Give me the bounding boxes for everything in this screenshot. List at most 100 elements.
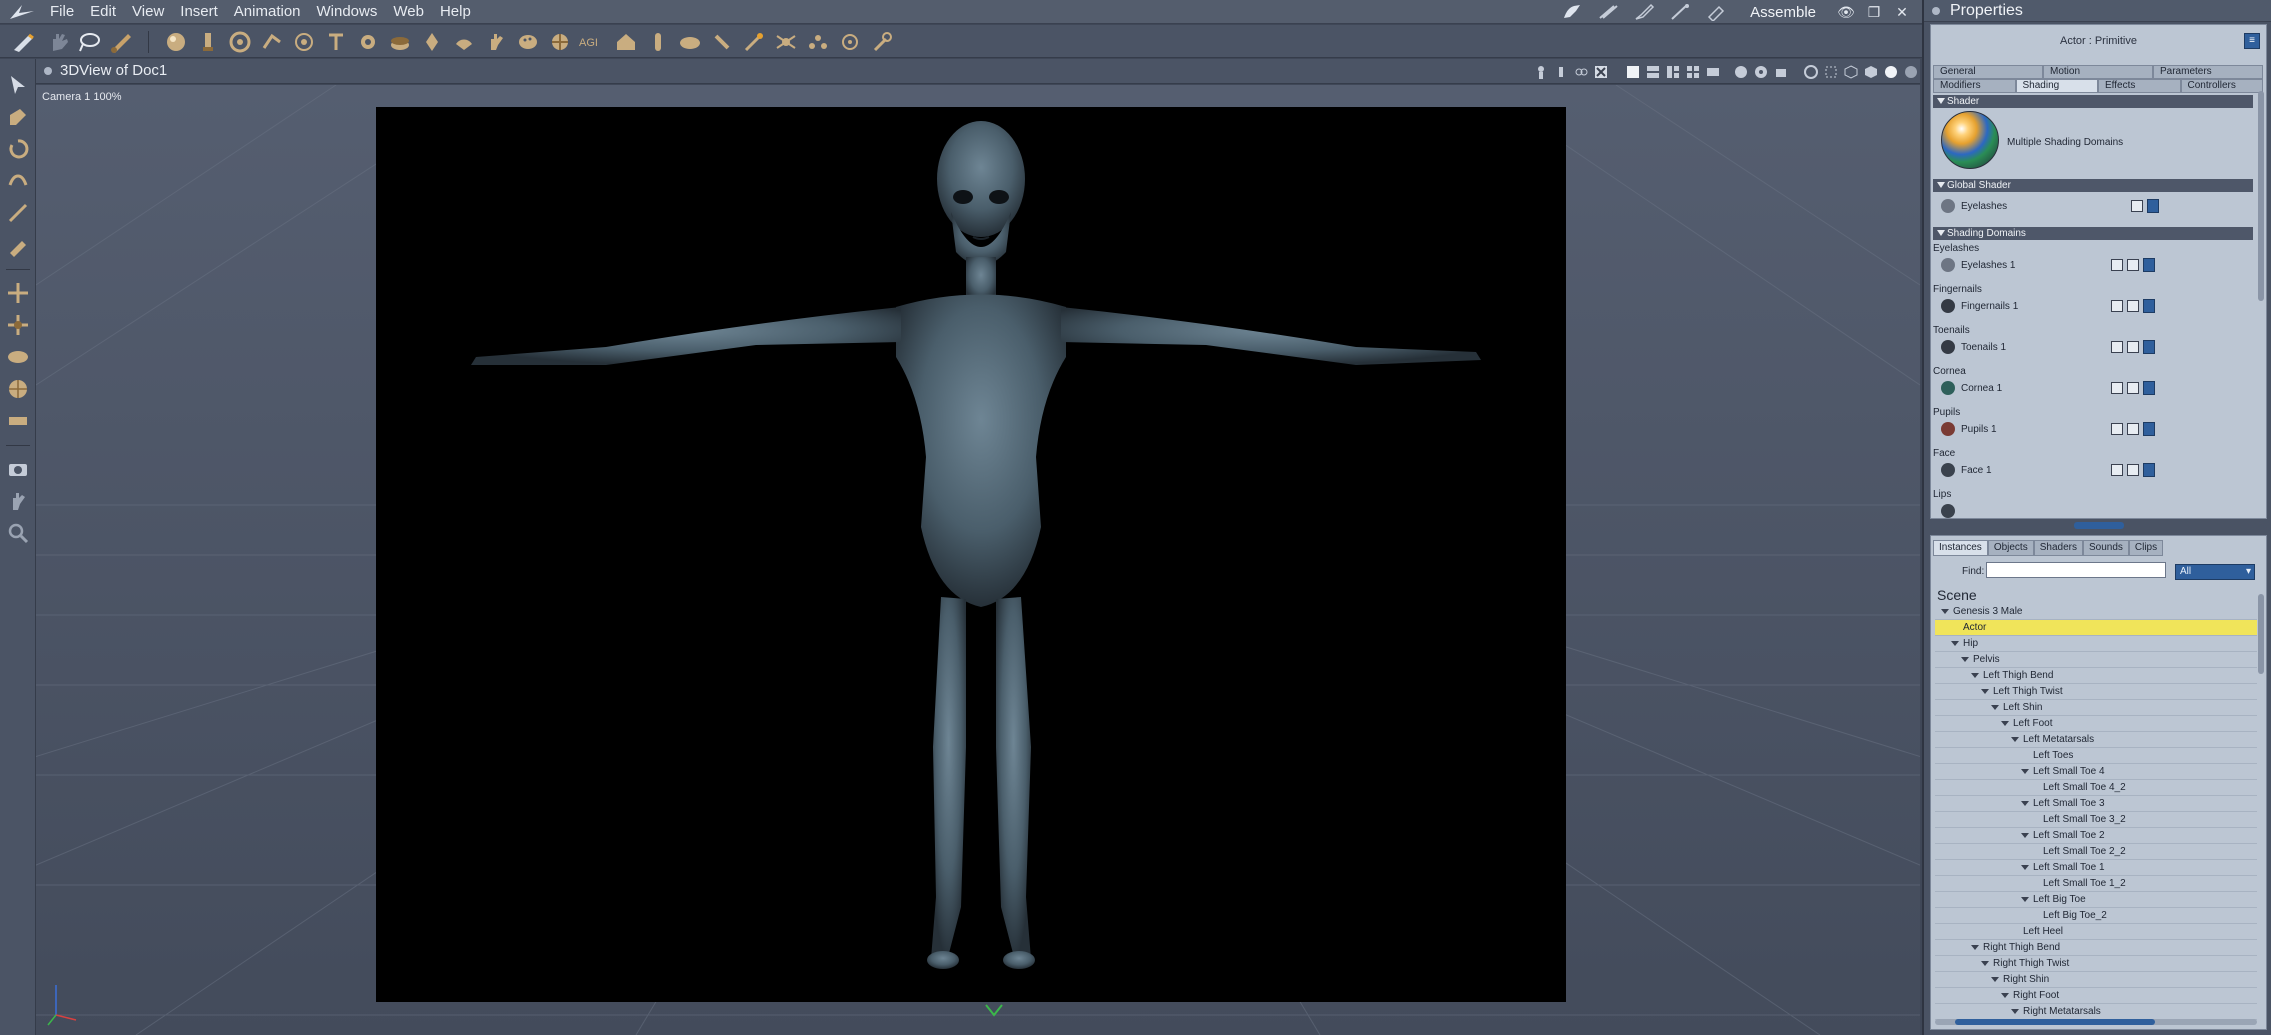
twist-icon[interactable] [4, 167, 32, 195]
globe-icon[interactable] [2111, 300, 2123, 312]
expand-triangle-icon[interactable] [1971, 945, 1979, 950]
scene-tree-row[interactable]: Right Metatarsals [1935, 1004, 2257, 1020]
scene-tree-row[interactable]: Left Small Toe 3 [1935, 796, 2257, 812]
restore-icon[interactable]: ❐ [1864, 2, 1884, 22]
rotate-icon[interactable] [4, 135, 32, 163]
scene-tree-row[interactable]: Left Shin [1935, 700, 2257, 716]
domain-item[interactable]: Face 1 [1961, 465, 1992, 476]
scene-tree-row[interactable]: Right Thigh Bend [1935, 940, 2257, 956]
hand-camera-icon[interactable] [1773, 64, 1789, 80]
dropdown-icon[interactable] [2143, 299, 2155, 313]
cake-icon[interactable] [386, 29, 414, 55]
scene-hscrollbar[interactable] [1935, 1019, 2257, 1025]
scene-tree-row[interactable]: Left Small Toe 2 [1935, 828, 2257, 844]
scene-tree-row[interactable]: Left Toes [1935, 748, 2257, 764]
target-icon[interactable] [836, 29, 864, 55]
target-icon[interactable] [290, 29, 318, 55]
three-view-icon[interactable] [1665, 64, 1681, 80]
scene-tree-row[interactable]: Left Small Toe 2_2 [1935, 844, 2257, 860]
tab-controllers[interactable]: Controllers [2180, 79, 2263, 93]
pin-icon[interactable] [44, 67, 52, 75]
bone-icon[interactable] [258, 29, 286, 55]
scene-tree-row[interactable]: Left Small Toe 1 [1935, 860, 2257, 876]
morph-tool-icon[interactable] [1594, 2, 1622, 22]
scene-tree-row[interactable]: Left Small Toe 4 [1935, 764, 2257, 780]
cube-icon[interactable] [1843, 64, 1859, 80]
select-icon[interactable] [4, 71, 32, 99]
pencil-tool-icon[interactable] [1666, 2, 1694, 22]
single-view-icon[interactable] [1625, 64, 1641, 80]
spider-icon[interactable] [772, 29, 800, 55]
close-icon[interactable]: ✕ [1892, 2, 1912, 22]
texture-icon[interactable] [2127, 423, 2139, 435]
camera-icon[interactable] [226, 29, 254, 55]
tab-general[interactable]: General [1933, 65, 2043, 79]
brush-icon[interactable] [108, 29, 136, 55]
scene-tree-row[interactable]: Left Small Toe 3_2 [1935, 812, 2257, 828]
scene-tree-row[interactable]: Right Shin [1935, 972, 2257, 988]
panel-splitter[interactable] [2074, 522, 2124, 529]
palette-icon[interactable] [514, 29, 542, 55]
gear-icon[interactable] [354, 29, 382, 55]
texture-icon[interactable] [2131, 200, 2143, 212]
light-icon[interactable] [1553, 64, 1569, 80]
tube-icon[interactable] [644, 29, 672, 55]
tab-parameters[interactable]: Parameters [2153, 65, 2263, 79]
expand-triangle-icon[interactable] [1991, 977, 1999, 982]
bowl-icon[interactable] [676, 29, 704, 55]
domain-item[interactable]: Fingernails 1 [1961, 301, 2018, 312]
menu-file[interactable]: File [42, 0, 82, 24]
scene-tree-row[interactable]: Left Small Toe 4_2 [1935, 780, 2257, 796]
expand-triangle-icon[interactable] [1951, 641, 1959, 646]
eye-icon[interactable]: 👁 [1836, 2, 1856, 22]
scene-tree-row[interactable]: Left Foot [1935, 716, 2257, 732]
hand-icon[interactable] [4, 487, 32, 515]
global-shader-header[interactable]: Global Shader [1933, 179, 2253, 192]
3d-viewport[interactable]: Camera 1 100% [36, 85, 1920, 1035]
wide-view-icon[interactable] [1705, 64, 1721, 80]
expand-triangle-icon[interactable] [2021, 833, 2029, 838]
box-icon[interactable] [1863, 64, 1879, 80]
shading-domains-header[interactable]: Shading Domains [1933, 227, 2253, 240]
ruler-icon[interactable] [4, 407, 32, 435]
morph-brush-icon[interactable] [4, 231, 32, 259]
tab-effects[interactable]: Effects [2098, 79, 2181, 93]
menu-animation[interactable]: Animation [226, 0, 309, 24]
expand-triangle-icon[interactable] [2011, 1009, 2019, 1014]
sphere-primitive-icon[interactable] [162, 29, 190, 55]
frame-icon[interactable] [1823, 64, 1839, 80]
find-input[interactable] [1986, 562, 2166, 578]
expand-triangle-icon[interactable] [2021, 801, 2029, 806]
camera-icon[interactable] [4, 455, 32, 483]
creature-icon[interactable] [546, 29, 574, 55]
scene-scrollbar[interactable] [2258, 594, 2264, 674]
dropdown-icon[interactable] [2143, 463, 2155, 477]
domain-item[interactable]: Toenails 1 [1961, 342, 2006, 353]
cylinder-icon[interactable] [418, 29, 446, 55]
global-shader-item[interactable]: Eyelashes [1961, 201, 2007, 212]
tab-motion[interactable]: Motion [2043, 65, 2153, 79]
scene-tree-row[interactable]: Left Metatarsals [1935, 732, 2257, 748]
texture-icon[interactable] [2127, 300, 2139, 312]
workspace-name[interactable]: Assemble [1750, 4, 1816, 21]
hand-tool-icon[interactable] [1558, 2, 1586, 22]
tab-shading[interactable]: Shading [2015, 79, 2098, 93]
scene-tree-row[interactable]: Left Big Toe_2 [1935, 908, 2257, 924]
ruler-tool-icon[interactable] [1702, 2, 1730, 22]
light-icon[interactable] [194, 29, 222, 55]
globe-icon[interactable] [2111, 382, 2123, 394]
tab-clips[interactable]: Clips [2128, 540, 2164, 556]
expand-triangle-icon[interactable] [1971, 673, 1979, 678]
scene-tree-row[interactable]: Left Thigh Bend [1935, 668, 2257, 684]
domain-item[interactable]: Eyelashes 1 [1961, 260, 2015, 271]
scene-tree-row[interactable]: Left Big Toe [1935, 892, 2257, 908]
tab-objects[interactable]: Objects [1987, 540, 2034, 556]
shader-preview[interactable] [1941, 111, 1999, 169]
pen-icon[interactable] [10, 29, 38, 55]
tab-sounds[interactable]: Sounds [2082, 540, 2129, 556]
menu-edit[interactable]: Edit [82, 0, 124, 24]
scene-tree-row[interactable]: Right Foot [1935, 988, 2257, 1004]
expand-triangle-icon[interactable] [1981, 689, 1989, 694]
globe-icon[interactable] [2111, 341, 2123, 353]
expand-triangle-icon[interactable] [2011, 737, 2019, 742]
